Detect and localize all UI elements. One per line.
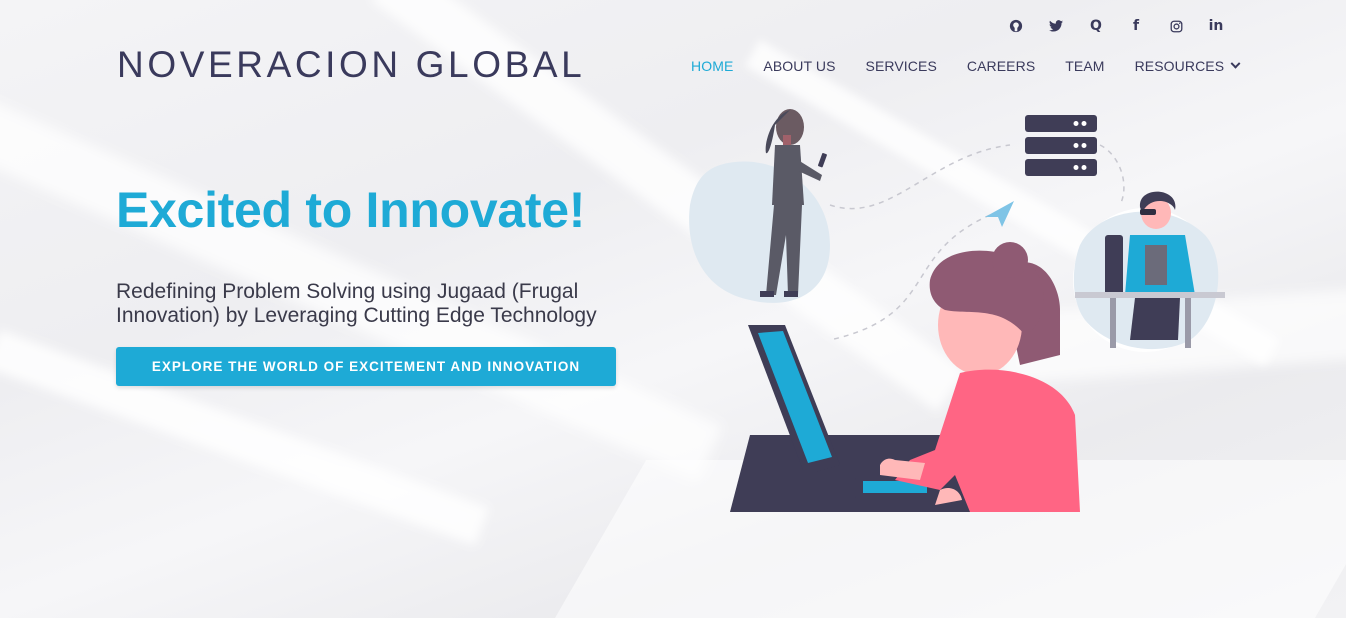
quora-icon[interactable]: Q xyxy=(1076,16,1116,36)
nav-home[interactable]: HOME xyxy=(691,58,733,74)
server-stack-icon xyxy=(1025,115,1097,176)
nav-about-us[interactable]: ABOUT US xyxy=(763,58,835,74)
chevron-down-icon xyxy=(1230,58,1241,69)
nav-resources-label: RESOURCES xyxy=(1134,58,1225,74)
nav-careers[interactable]: CAREERS xyxy=(967,58,1035,74)
hero-illustration xyxy=(689,109,1225,512)
explore-button[interactable]: EXPLORE THE WORLD OF EXCITEMENT AND INNO… xyxy=(116,347,616,386)
nav-team[interactable]: TEAM xyxy=(1065,58,1104,74)
social-links: Q f in xyxy=(996,16,1236,36)
hero-subtitle: Redefining Problem Solving using Jugaad … xyxy=(116,280,597,327)
nav-services[interactable]: SERVICES xyxy=(866,58,937,74)
twitter-icon[interactable] xyxy=(1036,16,1076,36)
site-logo[interactable]: NOVERACION GLOBAL xyxy=(117,44,585,86)
nav-resources[interactable]: RESOURCES xyxy=(1134,58,1241,74)
github-icon[interactable] xyxy=(996,16,1036,36)
background-light-streak xyxy=(0,60,723,481)
instagram-icon[interactable] xyxy=(1156,16,1196,36)
hero-headline: Excited to Innovate! xyxy=(116,182,586,238)
paper-plane-icon xyxy=(985,201,1014,227)
main-nav: HOME ABOUT US SERVICES CAREERS TEAM RESO… xyxy=(691,58,1241,74)
linkedin-icon[interactable]: in xyxy=(1196,16,1236,36)
facebook-icon[interactable]: f xyxy=(1116,16,1156,36)
